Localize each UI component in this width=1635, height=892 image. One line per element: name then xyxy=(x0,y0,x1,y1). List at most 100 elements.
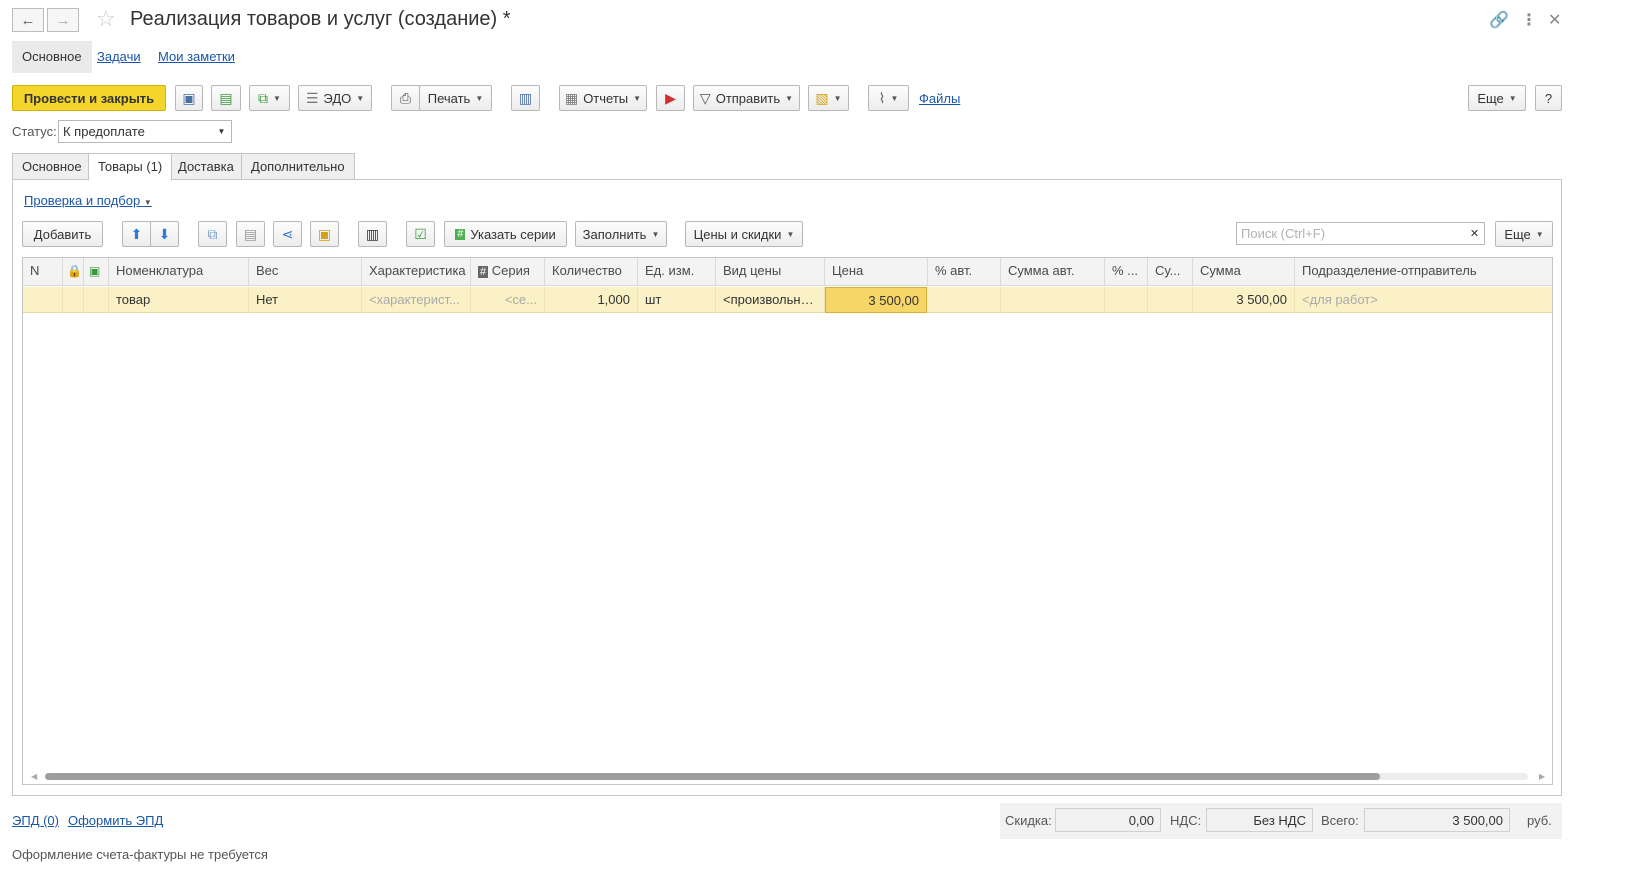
horizontal-scrollbar[interactable] xyxy=(45,773,1528,780)
help-button[interactable]: ? xyxy=(1535,85,1562,111)
epd-link[interactable]: ЭПД (0) xyxy=(12,813,59,828)
post-button[interactable]: ▤ xyxy=(211,85,241,111)
attachment-menu-button[interactable]: ▧ ▼ xyxy=(808,85,849,111)
hash-icon: # xyxy=(455,227,466,240)
cell-price-type[interactable]: <произвольна... xyxy=(716,287,825,313)
currency-label: руб. xyxy=(1527,813,1552,828)
paste-row-button[interactable]: ▤ xyxy=(236,221,265,247)
col-qty[interactable]: Количество xyxy=(545,258,638,286)
print-icon-button[interactable]: ⎙ xyxy=(391,85,420,111)
edo-button[interactable]: ☰ ЭДО ▼ xyxy=(298,85,372,111)
col-series[interactable]: # Серия xyxy=(471,258,545,286)
col-dept[interactable]: Подразделение-отправитель xyxy=(1295,258,1552,286)
scrollbar-thumb[interactable] xyxy=(45,773,1380,780)
col-su[interactable]: Су... xyxy=(1148,258,1193,286)
document-list-icon: ▥ xyxy=(518,90,533,106)
post-and-close-button[interactable]: Провести и закрыть xyxy=(12,85,166,111)
files-link[interactable]: Файлы xyxy=(919,91,960,106)
cell-auto-pct[interactable] xyxy=(928,287,1001,313)
search-input[interactable]: Поиск (Ctrl+F) xyxy=(1236,222,1466,245)
scroll-right-icon[interactable]: ▶ xyxy=(1539,772,1545,781)
cell-excise[interactable] xyxy=(84,287,109,313)
search-clear-button[interactable]: ✕ xyxy=(1465,222,1485,245)
table-more-button[interactable]: Еще ▼ xyxy=(1495,221,1553,247)
col-auto-pct[interactable]: % авт. xyxy=(928,258,1001,286)
check-and-select-link[interactable]: Проверка и подбор ▼ xyxy=(24,193,152,208)
section-tasks[interactable]: Задачи xyxy=(87,41,151,73)
print-button[interactable]: Печать ▼ xyxy=(419,85,492,111)
cell-dept[interactable]: <для работ> xyxy=(1295,287,1552,313)
move-down-button[interactable]: ⬇ xyxy=(150,221,179,247)
prices-discounts-button[interactable]: Цены и скидки ▼ xyxy=(685,221,803,247)
move-up-button[interactable]: ⬆ xyxy=(122,221,151,247)
hash-icon: # xyxy=(478,266,489,278)
post-document-icon: ▤ xyxy=(219,90,233,106)
structure-button[interactable]: ▥ xyxy=(511,85,540,111)
table-row[interactable]: товар Нет <характерист... <се... 1,000 ш… xyxy=(23,287,1552,313)
fill-button[interactable]: Заполнить ▼ xyxy=(575,221,667,247)
clipboard-button[interactable]: ▣ xyxy=(310,221,339,247)
copy-row-button[interactable]: ⧉ xyxy=(198,221,227,247)
create-based-button[interactable]: ⧉ ▼ xyxy=(249,85,290,111)
paperclip-button[interactable]: ⌇ ▼ xyxy=(868,85,909,111)
col-auto-sum[interactable]: Сумма авт. xyxy=(1001,258,1105,286)
cell-lock[interactable] xyxy=(63,287,84,313)
status-field[interactable]: К предоплате xyxy=(58,120,213,143)
cell-series[interactable]: <се... xyxy=(471,287,545,313)
close-icon: ✕ xyxy=(1469,228,1480,240)
forward-button[interactable]: → xyxy=(47,8,79,32)
tab-additional[interactable]: Дополнительно xyxy=(241,153,355,180)
cell-item[interactable]: товар xyxy=(109,287,249,313)
vat-label: НДС: xyxy=(1170,813,1202,828)
col-characteristic[interactable]: Характеристика xyxy=(362,258,471,286)
col-price[interactable]: Цена xyxy=(825,258,928,286)
flag-button[interactable]: ▶ xyxy=(656,85,685,111)
favorite-star-icon[interactable]: ☆ xyxy=(96,6,116,32)
cell-weight[interactable]: Нет xyxy=(249,287,362,313)
clipboard-icon: ▣ xyxy=(317,226,332,242)
arrow-left-icon: ← xyxy=(20,11,36,29)
section-main[interactable]: Основное xyxy=(12,41,92,73)
col-lock[interactable]: 🔒 xyxy=(63,258,84,286)
edo-icon: ☰ xyxy=(305,90,319,106)
reports-button[interactable]: ▦ Отчеты ▼ xyxy=(559,85,647,111)
section-notes[interactable]: Мои заметки xyxy=(148,41,245,73)
cell-characteristic[interactable]: <характерист... xyxy=(362,287,471,313)
specify-series-button[interactable]: # Указать серии xyxy=(444,221,567,247)
close-icon[interactable]: ✕ xyxy=(1548,10,1561,30)
status-dropdown-button[interactable]: ▼ xyxy=(212,120,232,143)
send-button[interactable]: ▽ Отправить ▼ xyxy=(693,85,800,111)
col-pct[interactable]: % ... xyxy=(1105,258,1148,286)
add-row-button[interactable]: Добавить xyxy=(22,221,103,247)
col-n[interactable]: N xyxy=(23,258,63,286)
tab-delivery[interactable]: Доставка xyxy=(168,153,244,180)
back-button[interactable]: ← xyxy=(12,8,44,32)
cell-auto-sum[interactable] xyxy=(1001,287,1105,313)
barcode-icon: ▥ xyxy=(365,226,380,242)
check-list-button[interactable]: ☑ xyxy=(406,221,435,247)
cell-sum[interactable]: 3 500,00 xyxy=(1193,287,1295,313)
col-sum[interactable]: Сумма xyxy=(1193,258,1295,286)
more-button[interactable]: Еще ▼ xyxy=(1468,85,1526,111)
link-icon[interactable]: 🔗 xyxy=(1489,10,1509,30)
tab-goods[interactable]: Товары (1) xyxy=(88,153,173,181)
cell-unit[interactable]: шт xyxy=(638,287,716,313)
cell-pct[interactable] xyxy=(1105,287,1148,313)
make-epd-link[interactable]: Оформить ЭПД xyxy=(68,813,163,828)
barcode-button[interactable]: ▥ xyxy=(358,221,387,247)
col-price-type[interactable]: Вид цены xyxy=(716,258,825,286)
col-unit[interactable]: Ед. изм. xyxy=(638,258,716,286)
split-row-button[interactable]: ⋖ xyxy=(273,221,302,247)
more-vertical-icon[interactable]: ⋮ xyxy=(1521,10,1537,30)
col-weight[interactable]: Вес xyxy=(249,258,362,286)
col-excise[interactable]: ▣ xyxy=(84,258,109,286)
vat-field: Без НДС xyxy=(1206,808,1313,832)
cell-qty[interactable]: 1,000 xyxy=(545,287,638,313)
save-button[interactable]: ▣ xyxy=(175,85,203,111)
cell-price[interactable]: 3 500,00 xyxy=(825,287,927,313)
tab-main[interactable]: Основное xyxy=(12,153,92,180)
cell-su[interactable] xyxy=(1148,287,1193,313)
cell-n[interactable] xyxy=(23,287,63,313)
scroll-left-icon[interactable]: ◀ xyxy=(31,772,37,781)
col-item[interactable]: Номенклатура xyxy=(109,258,249,286)
